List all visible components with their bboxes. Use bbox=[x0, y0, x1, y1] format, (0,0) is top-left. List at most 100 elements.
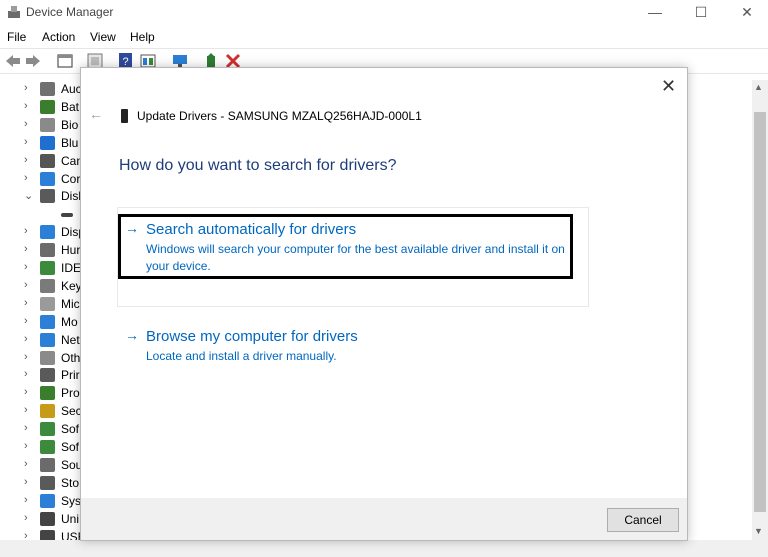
tree-item[interactable]: › Uni bbox=[0, 510, 80, 528]
tree-item[interactable]: › USE bbox=[0, 528, 80, 541]
chevron-right-icon[interactable]: › bbox=[24, 386, 28, 398]
tree-item[interactable]: › IDE bbox=[0, 259, 80, 277]
device-manager-icon bbox=[8, 6, 20, 18]
chevron-right-icon[interactable]: › bbox=[24, 422, 28, 434]
chevron-right-icon[interactable]: › bbox=[24, 315, 28, 327]
chevron-right-icon[interactable]: › bbox=[24, 458, 28, 470]
chevron-right-icon[interactable]: › bbox=[24, 368, 28, 380]
chevron-right-icon[interactable]: › bbox=[24, 297, 28, 309]
tree-item-label: Sou bbox=[61, 457, 80, 472]
device-category-icon bbox=[40, 493, 55, 508]
tree-item[interactable]: › Sto bbox=[0, 474, 80, 492]
tree-item[interactable]: › Sec bbox=[0, 402, 80, 420]
device-category-icon bbox=[40, 314, 55, 329]
search-automatically-desc-line1: Windows will search your computer for th… bbox=[146, 242, 565, 256]
tree-item[interactable]: › Mic bbox=[0, 295, 80, 313]
chevron-right-icon[interactable]: › bbox=[24, 279, 28, 291]
tree-item-label: Disl bbox=[61, 189, 80, 204]
tree-item-label: Pro bbox=[61, 386, 80, 401]
tree-item[interactable]: › Sof bbox=[0, 438, 80, 456]
chevron-right-icon[interactable]: › bbox=[24, 404, 28, 416]
chevron-right-icon[interactable]: › bbox=[24, 261, 28, 273]
chevron-right-icon[interactable]: › bbox=[24, 118, 28, 130]
search-automatically-title[interactable]: Search automatically for drivers bbox=[146, 221, 356, 238]
chevron-right-icon[interactable]: › bbox=[24, 154, 28, 166]
maximize-button[interactable]: ☐ bbox=[678, 0, 724, 26]
device-category-icon bbox=[40, 261, 55, 275]
tree-item-label: Bat bbox=[61, 99, 80, 114]
device-category-icon bbox=[40, 225, 55, 240]
chevron-right-icon[interactable]: › bbox=[24, 476, 28, 488]
device-category-icon bbox=[40, 117, 55, 132]
cancel-button[interactable]: Cancel bbox=[607, 508, 679, 532]
close-window-button[interactable]: ✕ bbox=[724, 0, 768, 26]
browse-computer-title[interactable]: Browse my computer for drivers bbox=[146, 328, 358, 345]
tree-item[interactable]: › Key bbox=[0, 277, 80, 295]
device-category-icon bbox=[40, 296, 55, 311]
chevron-right-icon[interactable]: › bbox=[24, 172, 28, 184]
dialog-close-button[interactable]: ✕ bbox=[661, 76, 676, 97]
tree-item-label: Sto bbox=[61, 475, 80, 490]
tree-item-label: USE bbox=[61, 529, 80, 541]
tree-item[interactable]: › Cor bbox=[0, 170, 80, 188]
chevron-right-icon[interactable]: › bbox=[24, 530, 28, 541]
chevron-right-icon[interactable]: › bbox=[24, 333, 28, 345]
chevron-right-icon[interactable]: › bbox=[24, 494, 28, 506]
device-category-icon bbox=[40, 278, 55, 293]
device-category-icon bbox=[40, 99, 55, 114]
tree-item-label: Net bbox=[61, 332, 80, 347]
minimize-button[interactable]: — bbox=[632, 0, 678, 26]
tree-item[interactable]: › Can bbox=[0, 152, 80, 170]
tree-item[interactable]: › Disp bbox=[0, 223, 80, 241]
back-icon[interactable] bbox=[4, 52, 22, 70]
menu-view[interactable]: View bbox=[90, 30, 116, 44]
tree-item[interactable]: › Bat bbox=[0, 98, 80, 116]
update-drivers-dialog: ✕ ← Update Drivers - SAMSUNG MZALQ256HAJ… bbox=[80, 67, 688, 541]
tree-item[interactable]: › Mo bbox=[0, 313, 80, 331]
tree-item-label: Blu bbox=[61, 135, 79, 150]
scroll-down-icon[interactable]: ▼ bbox=[754, 526, 763, 536]
menu-action[interactable]: Action bbox=[42, 30, 75, 44]
tree-item[interactable]: › Sys bbox=[0, 492, 80, 510]
menu-file[interactable]: File bbox=[7, 30, 26, 44]
tree-item[interactable]: › Net bbox=[0, 331, 80, 349]
tree-item[interactable]: › Oth bbox=[0, 349, 80, 367]
tree-item-label: Can bbox=[61, 153, 80, 168]
chevron-right-icon[interactable]: › bbox=[24, 82, 28, 94]
tree-item[interactable]: › Sof bbox=[0, 420, 80, 438]
chevron-right-icon[interactable]: › bbox=[24, 243, 28, 255]
chevron-right-icon[interactable]: › bbox=[24, 100, 28, 112]
tree-item[interactable]: › Blu bbox=[0, 134, 80, 152]
device-category-icon bbox=[40, 189, 55, 204]
chevron-right-icon[interactable]: › bbox=[24, 512, 28, 524]
tree-item[interactable]: › Auc bbox=[0, 80, 80, 98]
tree-item[interactable]: › Pro bbox=[0, 384, 80, 402]
tree-item-label: IDE bbox=[61, 261, 80, 275]
chevron-right-icon[interactable]: › bbox=[24, 136, 28, 148]
properties-icon[interactable] bbox=[56, 52, 74, 70]
scroll-up-icon[interactable]: ▲ bbox=[754, 82, 763, 92]
device-category-icon bbox=[40, 529, 55, 540]
scroll-thumb[interactable] bbox=[754, 112, 766, 512]
forward-icon[interactable] bbox=[24, 52, 42, 70]
tree-item[interactable]: › Hur bbox=[0, 241, 80, 259]
chevron-down-icon[interactable]: ⌄ bbox=[24, 189, 33, 202]
tree-item[interactable]: › Bio bbox=[0, 116, 80, 134]
device-category-icon bbox=[40, 135, 55, 150]
tree-item-label: Oth bbox=[61, 350, 80, 365]
device-category-icon bbox=[40, 82, 55, 96]
tree-item-label: Sof bbox=[61, 422, 80, 437]
tree-item[interactable]: › Prir bbox=[0, 366, 80, 384]
menu-help[interactable]: Help bbox=[130, 30, 155, 44]
chevron-right-icon[interactable]: › bbox=[24, 225, 28, 237]
tree-item[interactable]: › Sou bbox=[0, 456, 80, 474]
device-category-icon bbox=[40, 243, 55, 258]
option-arrow-icon: → bbox=[125, 220, 139, 236]
chevron-right-icon[interactable]: › bbox=[24, 440, 28, 452]
tree-item[interactable] bbox=[0, 205, 80, 223]
tree-item[interactable]: ⌄ Disl bbox=[0, 187, 80, 205]
chevron-right-icon[interactable]: › bbox=[24, 351, 28, 363]
drive-icon bbox=[121, 109, 128, 123]
tree-item-label: Cor bbox=[61, 171, 80, 186]
device-category-icon bbox=[61, 213, 73, 218]
